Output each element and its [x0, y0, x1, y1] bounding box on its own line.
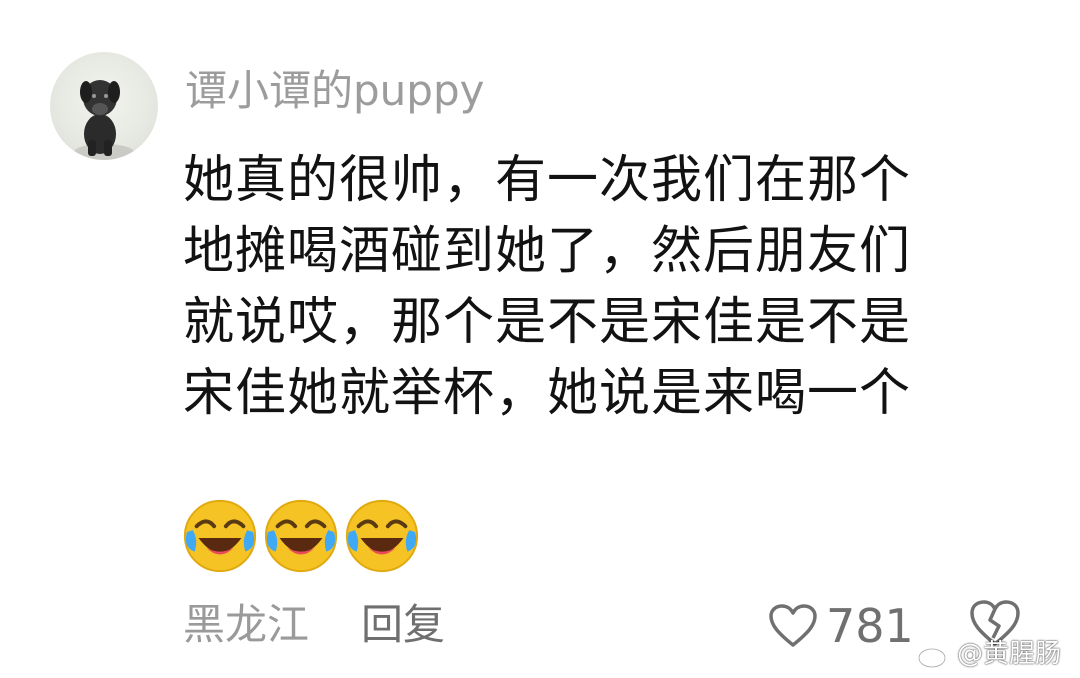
ip-location: 黑龙江 [183, 600, 310, 649]
like-button[interactable]: 781 [768, 598, 914, 654]
like-count: 781 [826, 599, 914, 653]
comment-meta: 黑龙江 回复 [183, 595, 445, 655]
puppy-avatar-image [74, 80, 134, 160]
emoji-row [181, 497, 421, 575]
weibo-watermark: @黄腥肠 [917, 636, 1061, 672]
heart-outline-icon [769, 604, 817, 647]
user-avatar[interactable] [50, 52, 158, 160]
laughing-crying-emoji-icon [345, 499, 419, 573]
laughing-crying-emoji-icon [264, 499, 338, 573]
weibo-logo-icon [917, 641, 952, 669]
comment-text-line: 就说哎，那个是不是宋佳是不是 [183, 293, 912, 352]
comment-text-line: 地摊喝酒碰到她了，然后朋友们 [183, 222, 912, 281]
comment-username[interactable]: 谭小谭的puppy [185, 62, 484, 120]
comment-text: 她真的很帅，有一次我们在那个 地摊喝酒碰到她了，然后朋友们 就说哎，那个是不是宋… [183, 145, 1043, 429]
comment-text-line: 她真的很帅，有一次我们在那个 [183, 151, 912, 210]
watermark-text: @黄腥肠 [957, 639, 1062, 669]
reply-button[interactable]: 回复 [361, 595, 445, 655]
comment-text-line: 宋佳她就举杯，她说是来喝一个 [183, 364, 912, 423]
laughing-crying-emoji-icon [183, 499, 257, 573]
